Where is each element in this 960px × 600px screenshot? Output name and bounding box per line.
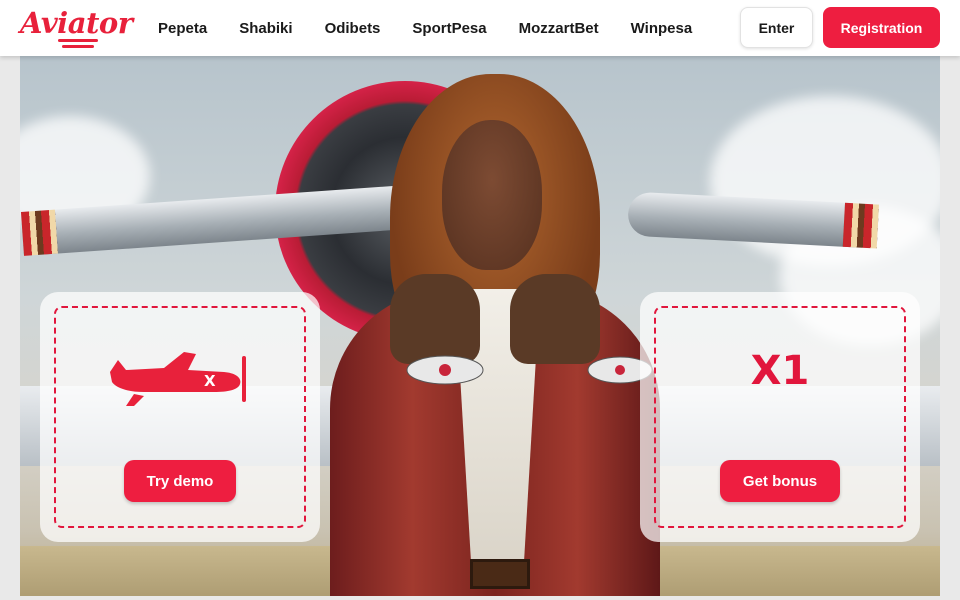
nav-item-mozzartbet[interactable]: MozzartBet (519, 20, 599, 37)
logo-underline-icon (58, 39, 98, 48)
main-nav: Pepeta Shabiki Odibets SportPesa Mozzart… (158, 0, 724, 56)
get-bonus-button[interactable]: Get bonus (720, 460, 840, 502)
aviator-logo[interactable]: Aviator (20, 6, 133, 50)
nav-item-odibets[interactable]: Odibets (325, 20, 381, 37)
aviator-woman (330, 74, 660, 596)
nav-item-shabiki[interactable]: Shabiki (239, 20, 292, 37)
header: Aviator Pepeta Shabiki Odibets SportPesa… (0, 0, 960, 56)
belt-buckle (470, 559, 530, 589)
nav-item-winpesa[interactable]: Winpesa (631, 20, 693, 37)
hero-image: X Try demo X1 Get bonus (20, 56, 940, 596)
nav-item-sportpesa[interactable]: SportPesa (412, 20, 486, 37)
nav-item-pepeta[interactable]: Pepeta (158, 20, 207, 37)
bonus-card: X1 Get bonus (640, 292, 920, 542)
try-demo-button[interactable]: Try demo (124, 460, 236, 502)
wings-badge-icon (406, 355, 653, 385)
plane-icon: X (110, 352, 246, 406)
registration-button[interactable]: Registration (823, 7, 940, 48)
svg-text:X: X (204, 372, 216, 390)
multiplier-text: X1 (750, 348, 810, 394)
demo-card: X Try demo (40, 292, 320, 542)
enter-button[interactable]: Enter (740, 7, 813, 48)
